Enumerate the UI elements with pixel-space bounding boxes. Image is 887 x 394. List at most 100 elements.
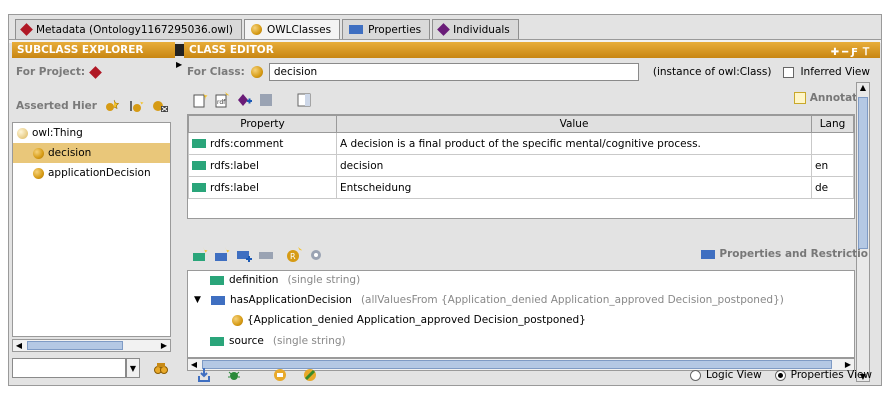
class-hierarchy-icon[interactable] bbox=[272, 367, 288, 383]
property-row-hasapplicationdecision[interactable]: ▼ hasApplicationDecision (allValuesFrom … bbox=[194, 294, 784, 306]
binoculars-icon[interactable] bbox=[153, 360, 169, 376]
bug-icon[interactable] bbox=[226, 367, 242, 383]
subclass-explorer-header: SUBCLASS EXPLORER bbox=[12, 42, 175, 58]
asserted-row: Asserted Hier bbox=[16, 99, 169, 113]
property-cell[interactable]: rdfs:label bbox=[188, 176, 337, 199]
property-rect-icon bbox=[349, 25, 364, 34]
column-header-lang[interactable]: Lang bbox=[811, 115, 854, 133]
table-row[interactable]: rdfs:comment A decision is a final produ… bbox=[188, 132, 854, 155]
restriction-settings-icon[interactable] bbox=[308, 247, 324, 263]
bracket-icon[interactable]: Ƒ bbox=[851, 47, 861, 58]
add-icon[interactable]: ✚ bbox=[831, 47, 842, 58]
lang-cell[interactable]: en bbox=[811, 154, 854, 177]
red-diamond-icon bbox=[20, 23, 33, 36]
tree-node-applicationdecision[interactable]: applicationDecision bbox=[13, 163, 170, 183]
for-project-label: For Project: bbox=[16, 66, 86, 78]
table-row[interactable]: rdfs:label Entscheidung de bbox=[188, 176, 854, 199]
add-restriction-icon[interactable] bbox=[236, 247, 252, 263]
add-individual-icon[interactable] bbox=[236, 92, 252, 108]
tab-metadata[interactable]: Metadata (Ontology1167295036.owl) bbox=[15, 19, 243, 39]
minus-icon[interactable]: ━ bbox=[842, 47, 851, 58]
inferred-view-label: Inferred View bbox=[800, 66, 870, 78]
properties-toolbar: R bbox=[192, 246, 330, 264]
lang-cell[interactable] bbox=[811, 132, 854, 155]
class-ball-icon bbox=[251, 24, 263, 35]
class-ball-icon bbox=[33, 147, 44, 159]
for-class-row: For Class: decision (instance of owl:Cla… bbox=[187, 63, 877, 81]
tree-node-owl-thing[interactable]: owl:Thing bbox=[13, 123, 170, 143]
column-header-property[interactable]: Property bbox=[188, 115, 337, 133]
search-combo: ▼ bbox=[12, 358, 142, 378]
properties-list: definition (single string) ▼ hasApplicat… bbox=[187, 270, 855, 358]
create-sibling-icon[interactable] bbox=[127, 99, 145, 113]
bottom-toolbar bbox=[196, 366, 324, 384]
search-dropdown-button[interactable]: ▼ bbox=[126, 358, 140, 378]
annotations-table: Property Value Lang rdfs:comment A decis… bbox=[187, 114, 855, 219]
collapse-icon[interactable] bbox=[175, 44, 184, 56]
scroll-thumb[interactable] bbox=[27, 341, 123, 350]
class-ball-icon bbox=[33, 167, 44, 179]
tab-properties[interactable]: Properties bbox=[342, 19, 431, 39]
export-icon[interactable] bbox=[196, 367, 212, 383]
datatype-property-icon bbox=[210, 275, 224, 285]
add-rdf-annotation-icon[interactable]: rdf bbox=[214, 92, 230, 108]
property-row-definition[interactable]: definition (single string) bbox=[210, 274, 360, 286]
table-row[interactable]: rdfs:label decision en bbox=[188, 154, 854, 177]
delete-class-icon[interactable] bbox=[151, 99, 169, 113]
class-editor-header: CLASS EDITOR ✚━ƑＴ bbox=[184, 42, 880, 58]
remove-property-icon[interactable] bbox=[258, 247, 274, 263]
annotation-property-icon bbox=[192, 183, 206, 192]
view-icon[interactable] bbox=[296, 92, 312, 108]
check-consistency-icon[interactable] bbox=[302, 367, 318, 383]
lang-cell[interactable]: de bbox=[811, 176, 854, 199]
scroll-left-arrow-icon[interactable]: ◀ bbox=[13, 340, 25, 351]
tab-owlclasses[interactable]: OWLClasses bbox=[244, 19, 341, 39]
datatype-property-icon bbox=[210, 336, 224, 346]
splitter-arrow-icon[interactable]: ▶ bbox=[176, 60, 182, 69]
scroll-up-arrow-icon[interactable]: ▲ bbox=[857, 83, 869, 92]
create-restriction-icon[interactable]: R bbox=[286, 247, 302, 263]
properties-view-radio[interactable] bbox=[774, 369, 786, 381]
purple-diamond-icon bbox=[437, 23, 451, 36]
expand-arrow-icon[interactable]: ▼ bbox=[194, 295, 206, 305]
restriction-value-row[interactable]: {Application_denied Application_approved… bbox=[232, 314, 586, 326]
class-name-field[interactable]: decision bbox=[268, 63, 639, 81]
column-header-value[interactable]: Value bbox=[336, 115, 812, 133]
property-cell[interactable]: rdfs:comment bbox=[188, 132, 337, 155]
header-controls: ✚━ƑＴ bbox=[831, 43, 874, 58]
filter-icon[interactable]: Ｔ bbox=[861, 47, 874, 58]
scroll-right-arrow-icon[interactable]: ▶ bbox=[158, 340, 170, 351]
add-object-property-icon[interactable] bbox=[214, 247, 230, 263]
tab-individuals[interactable]: Individuals bbox=[432, 19, 519, 39]
svg-text:R: R bbox=[290, 252, 296, 261]
add-datatype-property-icon[interactable] bbox=[192, 247, 208, 263]
delete-annotation-icon[interactable] bbox=[258, 92, 274, 108]
properties-label-wrap: Properties and Restrictio bbox=[701, 248, 868, 260]
logic-view-radio[interactable] bbox=[689, 369, 701, 381]
for-project-row: For Project: bbox=[16, 65, 102, 79]
class-editor-panel: CLASS EDITOR ✚━ƑＴ For Class: decision (i… bbox=[184, 42, 880, 384]
value-cell[interactable]: A decision is a final product of the spe… bbox=[336, 132, 812, 155]
value-cell[interactable]: decision bbox=[336, 154, 812, 177]
add-annotation-icon[interactable] bbox=[192, 92, 208, 108]
editor-vertical-scrollbar[interactable]: ▲ ▼ bbox=[856, 82, 870, 382]
panel-splitter[interactable]: ▶ bbox=[175, 42, 184, 384]
protege-window: Metadata (Ontology1167295036.owl) OWLCla… bbox=[8, 14, 882, 386]
property-row-source[interactable]: source (single string) bbox=[210, 335, 346, 347]
value-cell[interactable]: Entscheidung bbox=[336, 176, 812, 199]
instance-of-label: (instance of owl:Class) bbox=[652, 66, 772, 78]
inferred-view-checkbox[interactable] bbox=[783, 66, 795, 78]
for-class-label: For Class: bbox=[187, 66, 245, 78]
class-tree: owl:Thing decision applicationDecision bbox=[12, 122, 171, 337]
scroll-thumb[interactable] bbox=[858, 97, 868, 249]
annotation-icon bbox=[793, 92, 806, 104]
property-cell[interactable]: rdfs:label bbox=[188, 154, 337, 177]
restriction-ball-icon bbox=[232, 314, 243, 326]
create-subclass-icon[interactable] bbox=[103, 99, 121, 113]
tree-horizontal-scrollbar[interactable]: ◀ ▶ bbox=[12, 339, 171, 352]
svg-text:rdf: rdf bbox=[217, 99, 226, 106]
tree-node-decision[interactable]: decision bbox=[13, 143, 170, 163]
search-input[interactable] bbox=[12, 358, 126, 378]
annotation-property-icon bbox=[192, 161, 206, 170]
property-rect-icon bbox=[701, 249, 716, 259]
